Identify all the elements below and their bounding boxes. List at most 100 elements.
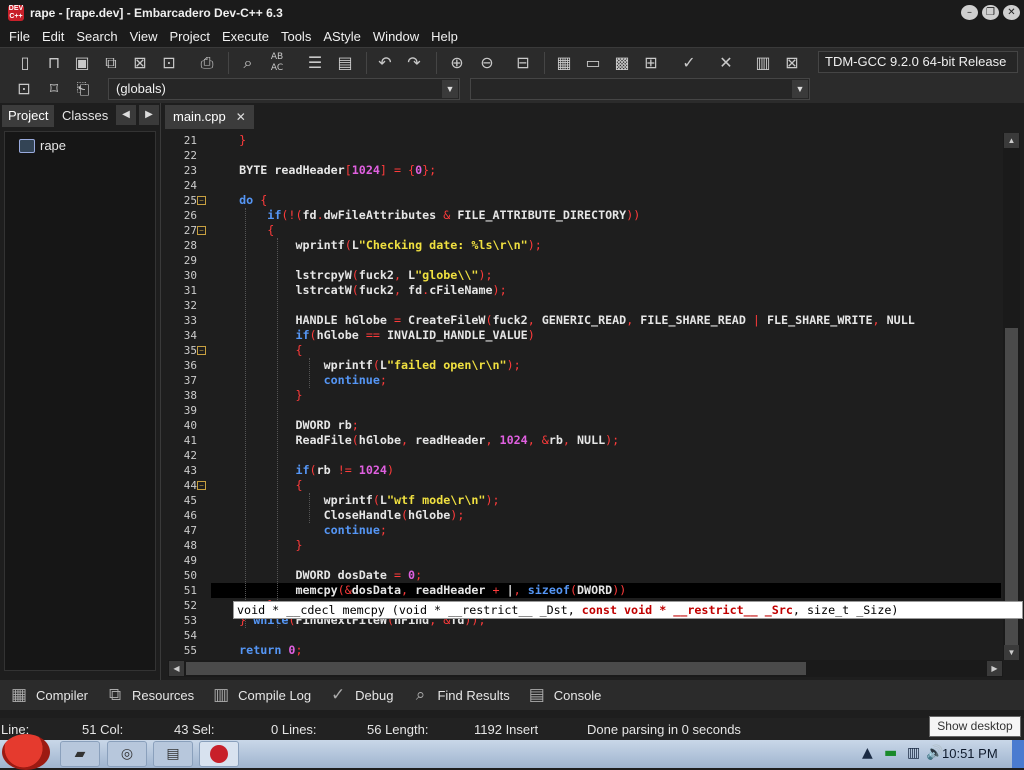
scroll-thumb[interactable] xyxy=(186,662,806,675)
start-button[interactable] xyxy=(2,734,50,770)
tab-classes[interactable]: Classes xyxy=(56,105,114,127)
tab-label: Find Results xyxy=(437,687,510,703)
fold-toggle-icon[interactable]: − xyxy=(197,196,206,205)
hint-signature-end: , size_t _Size) xyxy=(792,603,899,617)
window-title: rape - [rape.dev] - Embarcadero Dev-C++ … xyxy=(30,6,283,20)
network-icon[interactable]: ▥ xyxy=(907,745,920,761)
indent-icon[interactable]: ☰ xyxy=(304,52,326,74)
tab-main-cpp[interactable]: main.cpp ✕ xyxy=(165,105,254,129)
close-icon[interactable]: ✕ xyxy=(236,105,246,129)
tab-resources[interactable]: ⧉ Resources xyxy=(96,684,202,706)
close-file-icon[interactable]: ⊠ xyxy=(129,52,151,74)
chevron-left-icon[interactable]: ◀ xyxy=(116,105,136,125)
tab-compile-log[interactable]: ▥ Compile Log xyxy=(202,684,319,706)
notepad-icon[interactable]: ▤ xyxy=(153,741,193,767)
scroll-thumb[interactable] xyxy=(1005,328,1018,646)
menu-help[interactable]: Help xyxy=(425,29,464,44)
compiler-icon: ▦ xyxy=(10,685,28,705)
status-message: Done parsing in 0 seconds xyxy=(587,722,741,737)
scope-select[interactable]: (globals) ▼ xyxy=(108,78,460,100)
compiler-select[interactable]: TDM-GCC 9.2.0 64-bit Release xyxy=(818,51,1018,73)
close-button[interactable]: ✕ xyxy=(1003,5,1020,20)
line-number-gutter: 21 22 23 24 25 26 27 28 29 30 31 32 33 34 35 36 37 38 39 40… xyxy=(165,133,197,673)
find-icon[interactable]: ⌕ xyxy=(237,52,259,74)
restore-button[interactable]: ❐ xyxy=(982,5,999,20)
compile-log-icon: ▥ xyxy=(213,685,230,705)
tab-console[interactable]: ▤ Console xyxy=(518,684,610,706)
devcpp-taskbar-icon[interactable] xyxy=(199,741,239,767)
menu-search[interactable]: Search xyxy=(70,29,123,44)
status-line-value: 51 Col: xyxy=(82,722,124,737)
chevron-right-icon[interactable]: ▶ xyxy=(139,105,159,125)
rebuild-icon[interactable]: ⊞ xyxy=(640,52,662,74)
code-editor: main.cpp ✕ 21 22 23 24 25 26 27 28 29 30 31 32 33 34 35… xyxy=(165,103,1024,680)
vertical-scrollbar[interactable]: ▲ ▼ xyxy=(1003,133,1020,660)
status-sel-value: 0 Lines: xyxy=(271,722,317,737)
project-options-icon[interactable]: ⊟ xyxy=(512,52,534,74)
chevron-down-icon: ▼ xyxy=(792,80,808,98)
menu-astyle[interactable]: AStyle xyxy=(317,29,367,44)
horizontal-scrollbar[interactable]: ◀ ▶ xyxy=(168,660,1003,677)
fold-toggle-icon[interactable]: − xyxy=(197,481,206,490)
close-all-icon[interactable]: ⊡ xyxy=(158,52,180,74)
bookmark-icon[interactable]: ⌑ xyxy=(43,78,65,100)
syntax-check-icon[interactable]: ✓ xyxy=(678,52,700,74)
stop-icon[interactable]: ✕ xyxy=(715,52,737,74)
compile-run-icon[interactable]: ▩ xyxy=(611,52,633,74)
tab-debug[interactable]: ✓ Debug xyxy=(319,684,401,706)
project-tree: rape xyxy=(4,131,156,671)
fold-toggle-icon[interactable]: − xyxy=(197,346,206,355)
tab-project[interactable]: Project xyxy=(2,105,55,127)
delete-profile-icon[interactable]: ⊠ xyxy=(781,52,803,74)
menu-project[interactable]: Project xyxy=(164,29,216,44)
explorer-icon[interactable]: ▰ xyxy=(60,741,100,767)
open-folder-icon[interactable]: ⊓ xyxy=(43,52,65,74)
redo-icon[interactable]: ↷ xyxy=(403,52,425,74)
chrome-icon[interactable]: ◎ xyxy=(107,741,147,767)
tree-item-project[interactable]: rape xyxy=(19,138,66,153)
run-icon[interactable]: ▭ xyxy=(582,52,604,74)
menu-tools[interactable]: Tools xyxy=(275,29,317,44)
print-icon[interactable]: ⎙ xyxy=(196,52,218,74)
editor-tabs: main.cpp ✕ xyxy=(165,103,1024,130)
clock[interactable]: 10:51 PM xyxy=(942,746,998,761)
bookmarks-icon[interactable]: ⎗ xyxy=(72,78,94,100)
scroll-left-icon[interactable]: ◀ xyxy=(169,661,184,676)
battery-icon[interactable]: ▬ xyxy=(884,745,897,761)
scroll-right-icon[interactable]: ▶ xyxy=(987,661,1002,676)
goto-icon[interactable]: ⊡ xyxy=(13,78,35,100)
tab-label: Debug xyxy=(355,687,394,703)
menu-edit[interactable]: Edit xyxy=(36,29,70,44)
menu-file[interactable]: File xyxy=(3,29,36,44)
scroll-down-icon[interactable]: ▼ xyxy=(1004,645,1019,660)
status-length-value: 1192 Insert xyxy=(474,722,539,737)
save-icon[interactable]: ▣ xyxy=(71,52,93,74)
scroll-up-icon[interactable]: ▲ xyxy=(1004,133,1019,148)
compile-icon[interactable]: ▦ xyxy=(553,52,575,74)
fold-toggle-icon[interactable]: − xyxy=(197,226,206,235)
console-icon: ▤ xyxy=(528,685,545,705)
minimize-button[interactable]: – xyxy=(961,5,978,20)
menu-window[interactable]: Window xyxy=(367,29,425,44)
save-all-icon[interactable]: ⧉ xyxy=(100,52,122,74)
tray-arrow-icon[interactable]: ▲ xyxy=(862,745,873,761)
tab-find-results[interactable]: ⌕ Find Results xyxy=(401,684,517,706)
member-select[interactable]: ▼ xyxy=(470,78,810,100)
unindent-icon[interactable]: ▤ xyxy=(334,52,356,74)
menu-execute[interactable]: Execute xyxy=(216,29,275,44)
status-bar: Line: 51 Col: 43 Sel: 0 Lines: 56 Length… xyxy=(0,718,1024,740)
add-to-project-icon[interactable]: ⊕ xyxy=(446,52,468,74)
scope-value: (globals) xyxy=(116,81,166,96)
replace-icon[interactable]: AB AC xyxy=(266,52,288,74)
remove-from-project-icon[interactable]: ⊖ xyxy=(476,52,498,74)
hint-active-param: const void * __restrict__ _Src xyxy=(581,603,793,617)
new-file-icon[interactable]: ▯ xyxy=(14,52,36,74)
show-desktop-button[interactable] xyxy=(1012,740,1024,768)
tab-compiler[interactable]: ▦ Compiler xyxy=(0,684,96,706)
resources-icon: ⧉ xyxy=(108,685,122,705)
menu-view[interactable]: View xyxy=(124,29,164,44)
profile-icon[interactable]: ▥ xyxy=(752,52,774,74)
code-area[interactable]: } BYTE readHeader[1024] = {0}; do { if(!… xyxy=(211,133,1003,673)
volume-icon[interactable]: 🔊 xyxy=(926,745,943,761)
undo-icon[interactable]: ↶ xyxy=(374,52,396,74)
